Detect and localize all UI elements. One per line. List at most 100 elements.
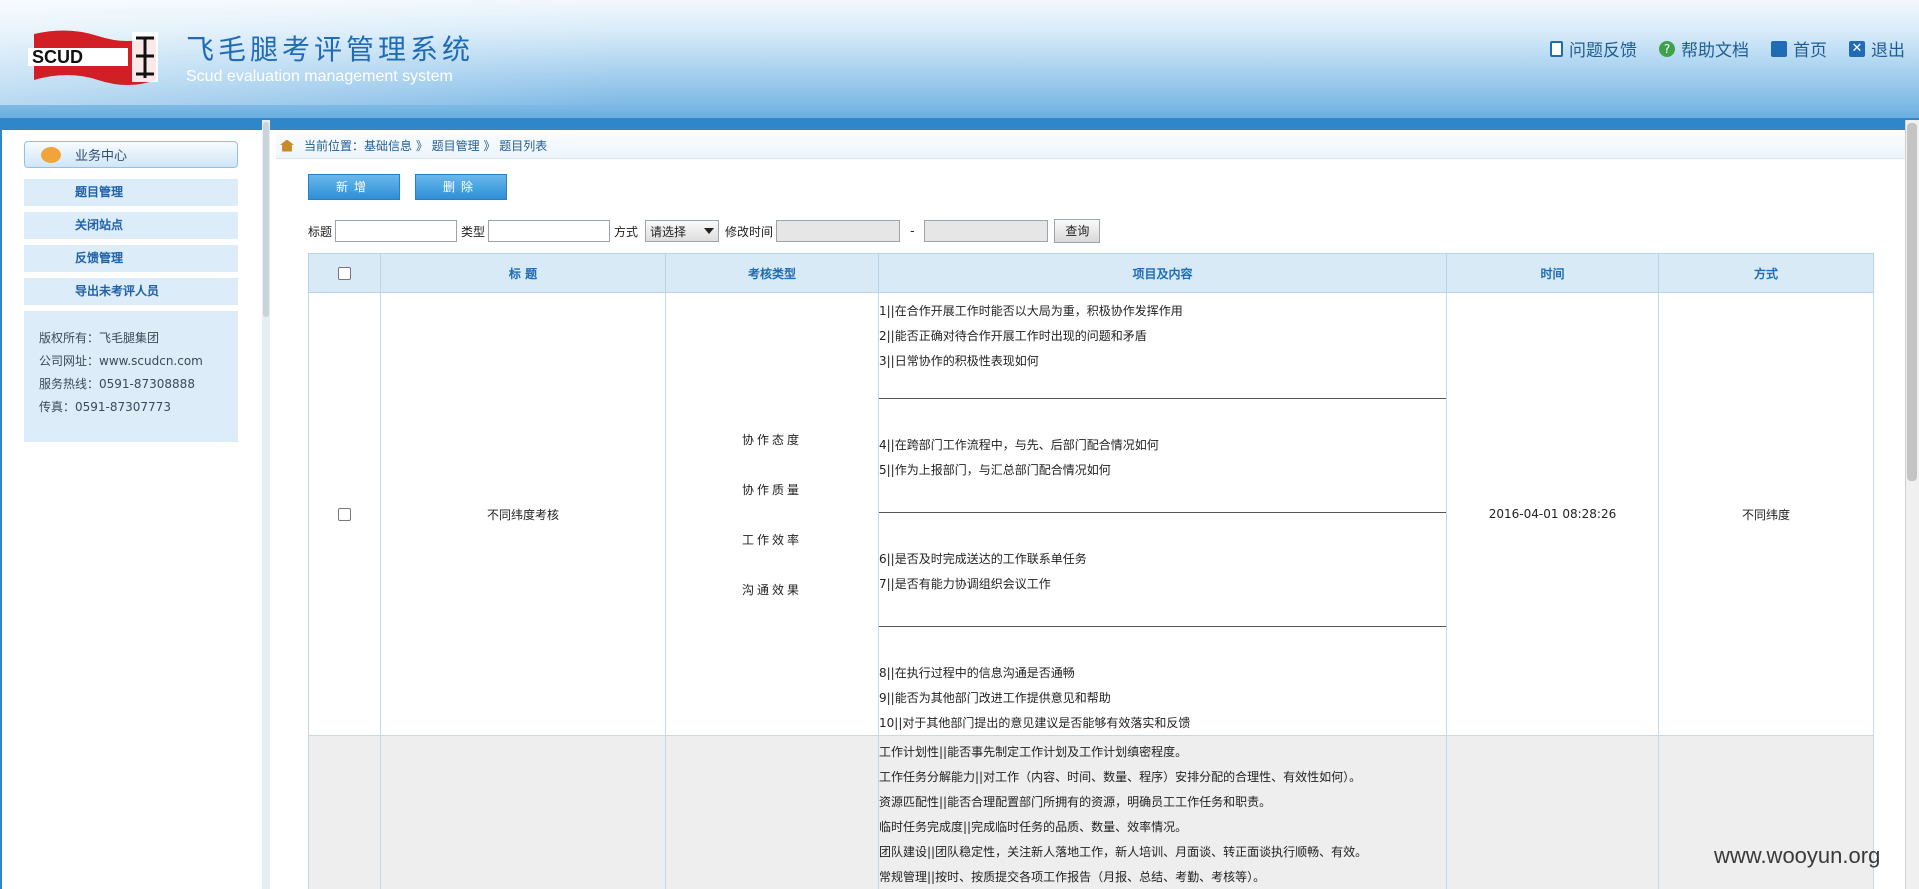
modified-end-input[interactable]	[924, 220, 1049, 242]
query-button[interactable]: 查询	[1054, 219, 1101, 243]
home-link[interactable]: 首页	[1771, 36, 1827, 61]
select-all-cell	[308, 253, 381, 293]
sidebar-item-feedback-management[interactable]: 反馈管理	[24, 245, 238, 272]
item-line: 3||日常协作的积极性表现如何	[879, 354, 1039, 368]
breadcrumb-text: 当前位置：基础信息 》 题目管理 》 题目列表	[304, 139, 548, 153]
item-line: 2||能否正确对待合作开展工作时出现的问题和矛盾	[879, 329, 1147, 343]
item-line: 8||在执行过程中的信息沟通是否通畅	[879, 666, 1075, 680]
row-checkbox[interactable]	[338, 508, 351, 521]
feedback-link[interactable]: 问题反馈	[1550, 36, 1637, 61]
sidebar-section-header[interactable]: 业务中心	[24, 141, 238, 168]
chevron-down-icon	[704, 228, 715, 234]
type-label: 沟通效果	[741, 582, 802, 597]
modified-time-label: 修改时间	[725, 224, 774, 239]
questions-table: 标 题 考核类型 项目及内容 时间 方式 不同纬度考核 协作态度 协作质量 工作…	[308, 253, 1874, 889]
logout-link-label: 退出	[1871, 41, 1905, 61]
row-types	[665, 735, 879, 889]
row-method: 不同纬度	[1658, 292, 1874, 736]
row-types: 协作态度 协作质量 工作效率 沟通效果	[665, 292, 879, 736]
item-group: 1||在合作开展工作时能否以大局为重，积极协作发挥作用 2||能否正确对待合作开…	[879, 293, 1446, 399]
home-icon	[1771, 40, 1787, 57]
help-docs-link-label: 帮助文档	[1681, 41, 1749, 61]
row-time	[1446, 735, 1659, 889]
item-group: 4||在跨部门工作流程中，与先、后部门配合情况如何 5||作为上报部门，与汇总部…	[879, 399, 1446, 513]
home-link-label: 首页	[1793, 41, 1827, 61]
row-select-cell	[308, 735, 381, 889]
type-filter-input[interactable]	[488, 220, 611, 242]
column-header-method[interactable]: 方式	[1658, 253, 1874, 293]
watermark: www.wooyun.org	[1714, 843, 1881, 868]
copyright-text: 版权所有：飞毛腿集团	[39, 331, 160, 345]
type-label: 协作态度	[741, 432, 802, 447]
title-filter-label: 标题	[308, 224, 333, 239]
column-header-title[interactable]: 标 题	[380, 253, 666, 293]
item-group: 6||是否及时完成送达的工作联系单任务 7||是否有能力协调组织会议工作	[879, 513, 1446, 627]
item-line: 10||对于其他部门提出的意见建议是否能够有效落实和反馈	[879, 716, 1191, 730]
item-line: 常规管理||按时、按质提交各项工作报告（月报、总结、考勤、考核等）。	[879, 870, 1266, 884]
sidebar-section-title: 业务中心	[75, 149, 128, 164]
delete-button[interactable]: 删除	[415, 174, 507, 200]
range-separator: -	[910, 224, 915, 238]
app-title: 飞毛腿考评管理系统	[186, 33, 475, 66]
sidebar	[0, 130, 270, 889]
modified-start-input[interactable]	[776, 220, 901, 242]
item-line: 1||在合作开展工作时能否以大局为重，积极协作发挥作用	[879, 304, 1183, 318]
item-line: 工作计划性||能否事先制定工作计划及工作计划缜密程度。	[879, 745, 1188, 759]
select-all-checkbox[interactable]	[338, 267, 351, 280]
fax-text: 传真：0591-87307773	[39, 400, 171, 414]
row-select-cell	[308, 292, 381, 736]
logout-link[interactable]: ✕ 退出	[1849, 36, 1905, 61]
method-filter-label: 方式	[614, 224, 639, 239]
hotline-text: 服务热线：0591-87308888	[39, 377, 195, 391]
breadcrumb-home-icon	[280, 139, 294, 152]
logo-text: SCUD	[32, 47, 83, 67]
type-label: 协作质量	[741, 482, 802, 497]
breadcrumb: 当前位置：基础信息 》 题目管理 》 题目列表	[276, 133, 1906, 159]
close-icon: ✕	[1849, 40, 1865, 57]
row-title: 不同纬度考核	[380, 292, 666, 736]
item-line: 9||能否为其他部门改进工作提供意见和帮助	[879, 691, 1111, 705]
row-title	[380, 735, 666, 889]
row-items: 工作计划性||能否事先制定工作计划及工作计划缜密程度。 工作任务分解能力||对工…	[878, 735, 1447, 889]
column-header-type[interactable]: 考核类型	[665, 253, 879, 293]
row-items: 1||在合作开展工作时能否以大局为重，积极协作发挥作用 2||能否正确对待合作开…	[878, 292, 1447, 736]
item-line: 临时任务完成度||完成临时任务的品质、数量、效率情况。	[879, 820, 1188, 834]
help-icon: ?	[1659, 40, 1675, 57]
type-filter-label: 类型	[461, 224, 486, 239]
item-line: 6||是否及时完成送达的工作联系单任务	[879, 552, 1087, 566]
table-row: 不同纬度考核 协作态度 协作质量 工作效率 沟通效果 1||在合作开展工作时能否…	[308, 292, 1874, 736]
header-bar	[0, 118, 1919, 130]
app-subtitle: Scud evaluation management system	[186, 68, 453, 85]
company-info: 版权所有：飞毛腿集团 公司网址：www.scudcn.com 服务热线：0591…	[24, 311, 238, 442]
filter-bar: 标题 类型 方式 请选择 修改时间 - 查询	[308, 219, 1101, 243]
table-row: 工作计划性||能否事先制定工作计划及工作计划缜密程度。 工作任务分解能力||对工…	[308, 735, 1874, 889]
help-docs-link[interactable]: ? 帮助文档	[1659, 36, 1749, 61]
item-line: 4||在跨部门工作流程中，与先、后部门配合情况如何	[879, 438, 1159, 452]
add-button[interactable]: 新增	[308, 174, 400, 200]
column-header-time[interactable]: 时间	[1446, 253, 1659, 293]
item-line: 5||作为上报部门，与汇总部门配合情况如何	[879, 463, 1111, 477]
sidebar-item-export-unevaluated[interactable]: 导出未考评人员	[24, 278, 238, 305]
website-text: 公司网址：www.scudcn.com	[39, 354, 203, 368]
title-filter-input[interactable]	[335, 220, 458, 242]
sidebar-item-question-management[interactable]: 题目管理	[24, 179, 238, 206]
item-line: 团队建设||团队稳定性，关注新人落地工作，新人培训、月面谈、转正面谈执行顺畅、有…	[879, 845, 1368, 859]
feedback-link-label: 问题反馈	[1569, 41, 1637, 61]
document-icon	[1550, 40, 1563, 57]
sidebar-scrollbar-thumb[interactable]	[263, 122, 269, 317]
item-line: 工作任务分解能力||对工作（内容、时间、数量、程序）安排分配的合理性、有效性如何…	[879, 770, 1362, 784]
main-scrollbar-thumb[interactable]	[1907, 123, 1917, 481]
method-select-value: 请选择	[650, 224, 687, 239]
scud-logo: SCUD	[28, 30, 158, 86]
sidebar-item-close-site[interactable]: 关闭站点	[24, 212, 238, 239]
item-line: 7||是否有能力协调组织会议工作	[879, 577, 1051, 591]
item-group: 8||在执行过程中的信息沟通是否通畅 9||能否为其他部门改进工作提供意见和帮助…	[879, 627, 1446, 735]
item-line: 资源匹配性||能否合理配置部门所拥有的资源，明确员工工作任务和职责。	[879, 795, 1272, 809]
row-time: 2016-04-01 08:28:26	[1446, 292, 1659, 736]
business-center-icon	[41, 146, 61, 163]
top-links: 问题反馈 ? 帮助文档 首页 ✕ 退出	[1550, 36, 1905, 61]
column-header-items[interactable]: 项目及内容	[878, 253, 1447, 293]
method-select[interactable]: 请选择	[645, 220, 720, 242]
table-header-row: 标 题 考核类型 项目及内容 时间 方式	[308, 253, 1874, 293]
type-label: 工作效率	[741, 532, 802, 547]
